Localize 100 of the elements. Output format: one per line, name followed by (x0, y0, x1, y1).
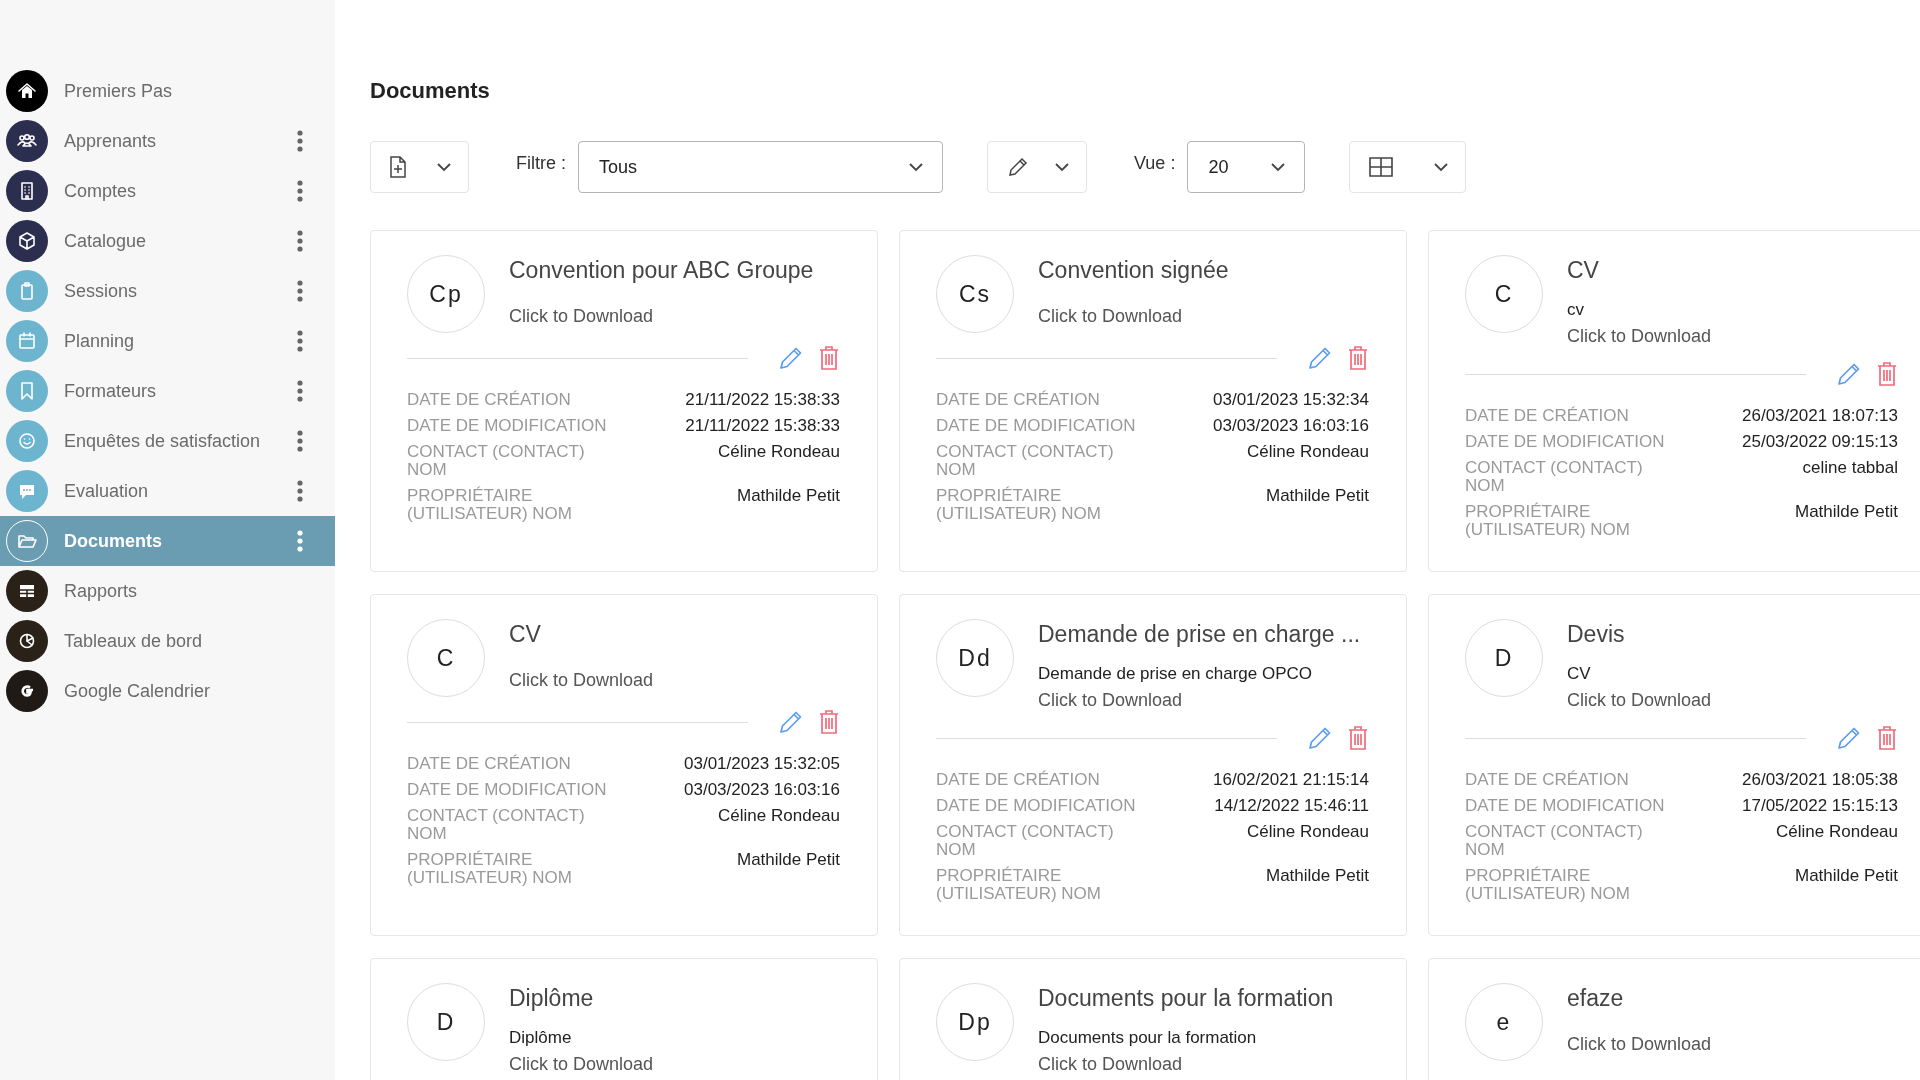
chevron-down-icon (1054, 162, 1070, 172)
pencil-icon[interactable] (1307, 345, 1333, 371)
chevron-down-icon (908, 162, 924, 172)
field-value: Céline Rondeau (717, 443, 840, 461)
trash-icon[interactable] (1876, 361, 1898, 387)
file-plus-icon (389, 156, 407, 178)
download-link[interactable]: Click to Download (1567, 687, 1712, 713)
field-label: PROPRIÉTAIRE (UTILISATEUR) NOM (407, 851, 573, 887)
field-label: PROPRIÉTAIRE (UTILISATEUR) NOM (936, 867, 1102, 903)
document-card[interactable] (370, 230, 878, 572)
field-label: PROPRIÉTAIRE (UTILISATEUR) NOM (1465, 867, 1631, 903)
sidebar-item[interactable]: Tableaux de bord (0, 616, 335, 666)
page-size-select[interactable]: 20 (1187, 141, 1306, 193)
field-label: DATE DE CRÉATION (936, 771, 1101, 789)
sidebar-item[interactable]: Sessions (0, 266, 335, 316)
page-title: Documents (370, 78, 491, 104)
more-icon[interactable] (297, 480, 303, 502)
sidebar-item[interactable]: Comptes (0, 166, 335, 216)
field-label: DATE DE MODIFICATION (1465, 433, 1666, 451)
pencil-icon[interactable] (778, 345, 804, 371)
field-value: Mathilde Petit (1794, 503, 1898, 521)
document-title: Convention signée (1038, 256, 1229, 285)
field-label: DATE DE MODIFICATION (936, 417, 1137, 435)
more-icon[interactable] (297, 330, 303, 352)
chevron-down-icon (1433, 162, 1450, 172)
trash-icon[interactable] (818, 345, 840, 371)
filter-select[interactable]: Tous (578, 141, 943, 193)
field-label: DATE DE CRÉATION (1465, 771, 1630, 789)
field-value: 03/01/2023 15:32:34 (1213, 391, 1369, 409)
field-value: 03/03/2023 16:03:16 (684, 781, 840, 799)
filter-label: Filtre : (516, 153, 566, 174)
sidebar-item[interactable]: Planning (0, 316, 335, 366)
trash-icon[interactable] (818, 709, 840, 735)
pencil-icon[interactable] (778, 709, 804, 735)
field-value: 21/11/2022 15:38:33 (685, 417, 840, 435)
sidebar-item[interactable]: Enquêtes de satisfaction (0, 416, 335, 466)
document-title: efaze (1567, 984, 1625, 1013)
field-value: Céline Rondeau (717, 807, 840, 825)
download-link[interactable]: Click to Download (1567, 323, 1712, 349)
field-label: CONTACT (CONTACT) NOM (407, 443, 586, 479)
document-description: CV (1567, 663, 1592, 685)
pencil-icon (1006, 155, 1030, 179)
field-label: DATE DE CRÉATION (936, 391, 1101, 409)
sidebar-item[interactable]: Formateurs (0, 366, 335, 416)
document-card[interactable]: C CV cv Click to Download DATE DE CRÉATION 26/03/2021 18:07:13 DATE DE MODIFICATION 25/03/2022 09:15:13 CONTACT (CONTACT) NOM celine tabbal PROPRIÉTAIRE (UTILISATEUR) NOM Mathilde Petit (1428, 230, 1920, 572)
download-link[interactable]: Click to Download (1038, 303, 1229, 329)
field-label: PROPRIÉTAIRE (UTILISATEUR) NOM (407, 487, 573, 523)
pencil-icon[interactable] (1836, 725, 1862, 751)
edit-button[interactable] (987, 141, 1087, 193)
document-card[interactable]: C CV Click to Download DATE DE CRÉATION 03/01/2023 15:32:05 DATE DE MODIFICATION 03/03/2023 16:03:16 CONTACT (CONTACT) NOM Céline Rondeau PROPRIÉTAIRE (UTILISATEUR) NOM Mathilde Petit (370, 594, 878, 936)
field-label: CONTACT (CONTACT) NOM (936, 823, 1115, 859)
field-value: Mathilde Petit (736, 487, 840, 505)
more-icon[interactable] (297, 430, 303, 452)
more-icon[interactable] (297, 280, 303, 302)
field-label: DATE DE CRÉATION (1465, 407, 1630, 425)
sidebar-item[interactable]: Premiers Pas (0, 66, 335, 116)
download-link[interactable]: Click to Download (509, 667, 654, 693)
document-card[interactable]: D Devis CV Click to Download DATE DE CRÉATION 26/03/2021 18:05:38 DATE DE MODIFICATION 17/05/2022 15:15:13 CONTACT (CONTACT) NOM Céline Rondeau PROPRIÉTAIRE (UTILISATEUR) NOM Mathilde Petit (1428, 594, 1920, 936)
field-label: DATE DE MODIFICATION (407, 781, 608, 799)
field-label: PROPRIÉTAIRE (UTILISATEUR) NOM (936, 487, 1102, 523)
document-card[interactable]: Cs Convention signée Click to Download DATE DE CRÉATION 03/01/2023 15:32:34 DATE DE MODIFICATION 03/03/2023 16:03:16 CONTACT (CONTACT) NOM Céline Rondeau PROPRIÉTAIRE (UTILISATEUR) NOM Mathilde Petit (899, 230, 1407, 572)
sidebar-item[interactable]: Evaluation (0, 466, 335, 516)
field-value: 25/03/2022 09:15:13 (1742, 433, 1898, 451)
new-document-button[interactable] (370, 141, 469, 193)
download-link[interactable]: Click to Download (509, 303, 814, 329)
field-label: DATE DE CRÉATION (407, 391, 572, 409)
sidebar-item[interactable]: Rapports (0, 566, 335, 616)
trash-icon[interactable] (1347, 725, 1369, 751)
download-link[interactable]: Click to Download (1038, 687, 1361, 713)
sidebar-item[interactable]: Google Calendrier (0, 666, 335, 716)
download-link[interactable]: Click to Download (509, 1051, 654, 1077)
document-card[interactable]: e efaze Click to Download (1428, 958, 1920, 1080)
field-label: DATE DE CRÉATION (407, 755, 572, 773)
field-value: Mathilde Petit (1794, 867, 1898, 885)
field-value: Mathilde Petit (1265, 487, 1369, 505)
more-icon[interactable] (297, 230, 303, 252)
document-description: cv (1567, 299, 1585, 321)
layout-button[interactable] (1349, 141, 1467, 193)
more-icon[interactable] (297, 130, 303, 152)
sidebar-item[interactable]: Apprenants (0, 116, 335, 166)
sidebar-item[interactable]: Catalogue (0, 216, 335, 266)
field-value: celine tabbal (1801, 459, 1898, 477)
download-link[interactable]: Click to Download (1038, 1051, 1334, 1077)
trash-icon[interactable] (1876, 725, 1898, 751)
field-label: CONTACT (CONTACT) NOM (1465, 823, 1644, 859)
download-link[interactable]: Click to Download (1567, 1031, 1712, 1057)
pencil-icon[interactable] (1836, 361, 1862, 387)
document-card[interactable]: Dp Documents pour la formation Documents pour la formation Click to Download (899, 958, 1407, 1080)
view-label: Vue : (1134, 153, 1176, 174)
trash-icon[interactable] (1347, 345, 1369, 371)
field-value: 26/03/2021 18:05:38 (1742, 771, 1898, 789)
field-label: DATE DE MODIFICATION (1465, 797, 1666, 815)
more-icon[interactable] (297, 180, 303, 202)
pencil-icon[interactable] (1307, 725, 1333, 751)
document-card[interactable]: D Diplôme Diplôme Click to Download (370, 958, 878, 1080)
more-icon[interactable] (297, 380, 303, 402)
more-icon[interactable] (297, 530, 303, 552)
field-label: DATE DE MODIFICATION (936, 797, 1137, 815)
field-value: Céline Rondeau (1246, 823, 1369, 841)
document-card[interactable] (899, 594, 1407, 936)
